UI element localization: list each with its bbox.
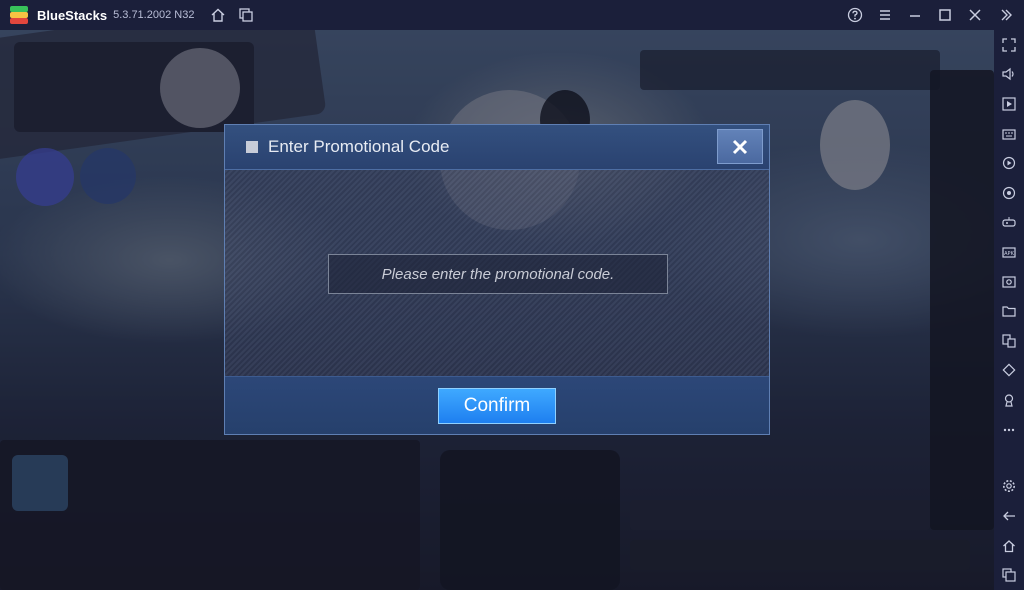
controls-icon[interactable] [994,208,1024,238]
home-icon[interactable] [204,0,232,30]
minimize-icon[interactable] [900,0,930,30]
dialog-footer: Confirm [225,376,769,434]
title-square-icon [246,141,258,153]
dialog-title: Enter Promotional Code [268,137,450,156]
menu-icon[interactable] [870,0,900,30]
close-window-icon[interactable] [960,0,990,30]
location-icon[interactable] [994,385,1024,415]
app-name: BlueStacks [37,7,108,23]
bluestacks-logo-icon [10,6,28,24]
right-sidebar: APK [994,30,1024,590]
multi-instance-sync-icon[interactable] [994,326,1024,356]
dialog-close-button[interactable] [717,129,763,164]
media-icon[interactable] [994,89,1024,119]
record-icon[interactable] [994,148,1024,178]
help-icon[interactable] [840,0,870,30]
rotate-icon[interactable] [994,356,1024,386]
macro-icon[interactable] [994,178,1024,208]
close-icon [732,139,748,154]
folder-icon[interactable] [994,296,1024,326]
fullscreen-icon[interactable] [994,30,1024,60]
back-icon[interactable] [994,501,1024,531]
maximize-icon[interactable] [930,0,960,30]
volume-icon[interactable] [994,60,1024,90]
multi-instance-icon[interactable] [232,0,260,30]
title-bar: BlueStacks 5.3.71.2002 N32 [0,0,1024,30]
app-version: 5.3.71.2002 N32 [113,9,195,21]
confirm-button[interactable]: Confirm [438,388,556,424]
dialog-header: Enter Promotional Code [225,125,769,170]
svg-text:APK: APK [1004,251,1014,257]
screenshot-icon[interactable] [994,267,1024,297]
install-apk-icon[interactable]: APK [994,237,1024,267]
android-home-icon[interactable] [994,531,1024,561]
keyboard-icon[interactable] [994,119,1024,149]
collapse-sidebar-icon[interactable] [990,0,1020,30]
recent-apps-icon[interactable] [994,560,1024,590]
promo-code-dialog: Enter Promotional Code Confirm [224,124,770,435]
more-icon[interactable] [994,415,1024,445]
settings-icon[interactable] [994,472,1024,502]
promo-code-input[interactable] [328,254,668,294]
